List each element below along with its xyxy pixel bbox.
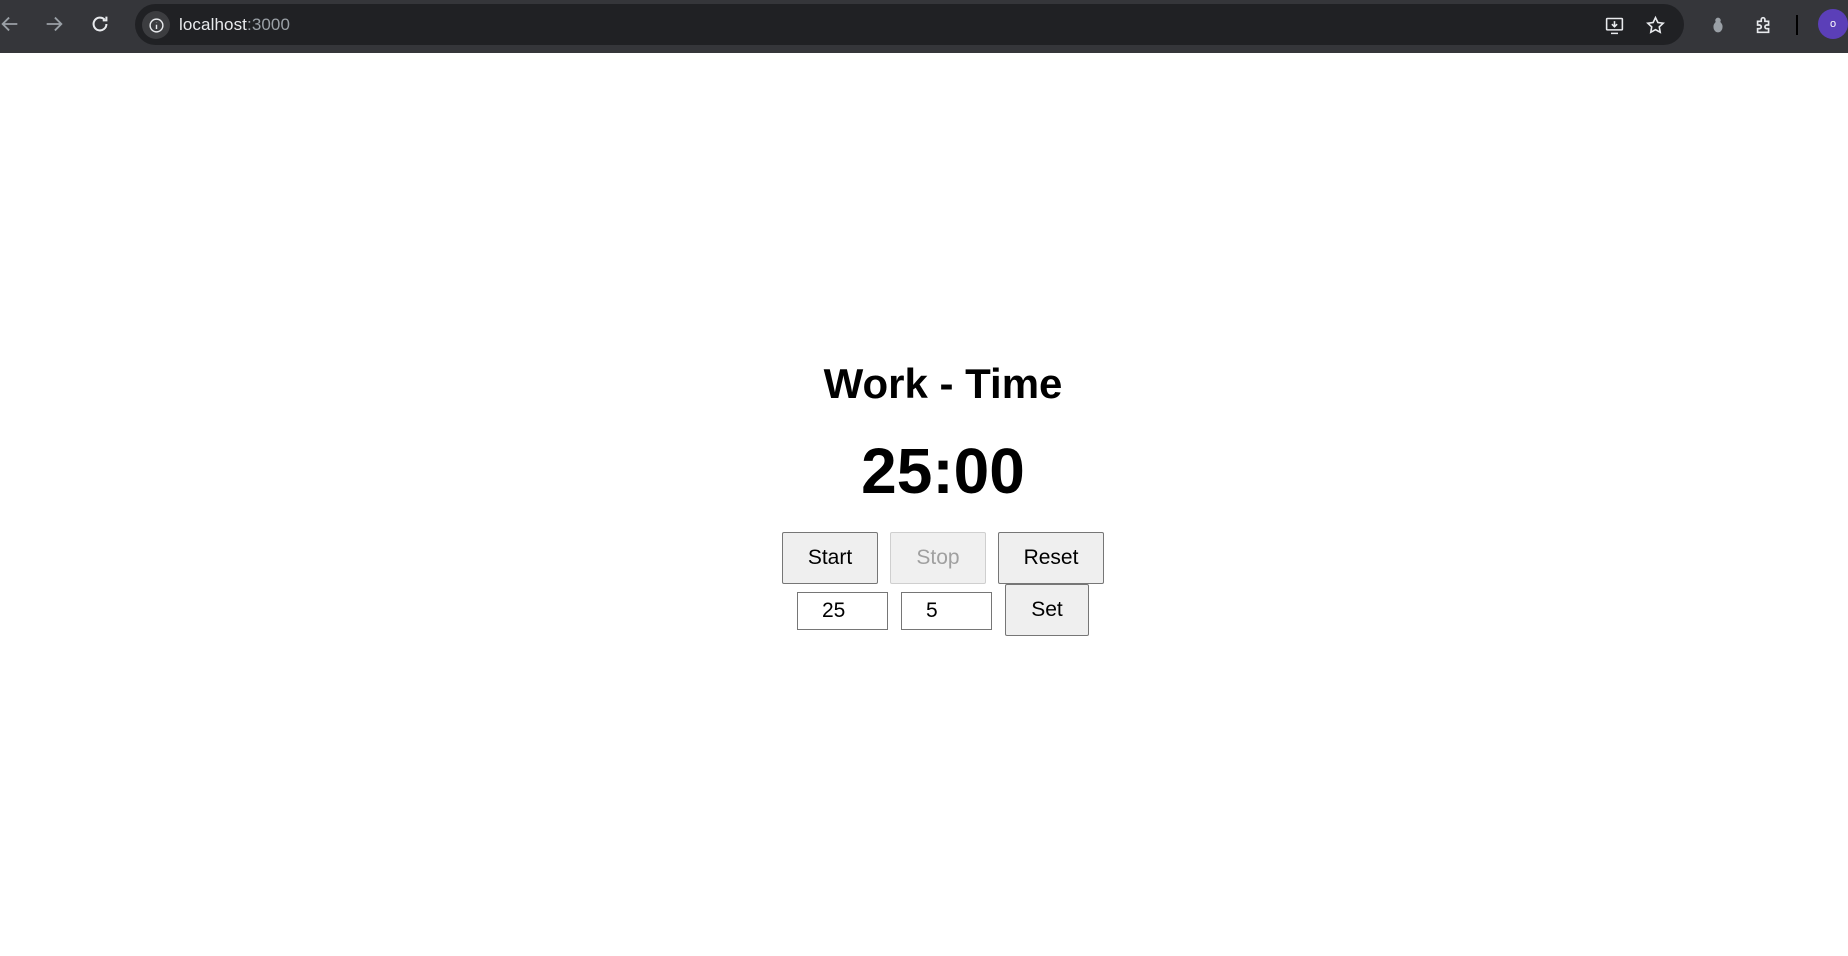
profile-avatar[interactable]: o — [1818, 9, 1848, 39]
start-button[interactable]: Start — [782, 532, 878, 584]
url-text: localhost:3000 — [179, 15, 290, 35]
reload-icon[interactable] — [82, 8, 118, 40]
extension-puzzle-icon[interactable] — [1750, 11, 1778, 39]
browser-toolbar: localhost:3000 o — [0, 0, 1848, 53]
back-icon[interactable] — [0, 8, 28, 40]
reset-button[interactable]: Reset — [998, 532, 1104, 584]
set-button[interactable]: Set — [1005, 584, 1089, 636]
timer-display: 25:00 — [861, 435, 1025, 507]
url-port: :3000 — [247, 15, 291, 34]
bookmark-star-icon[interactable] — [1643, 13, 1667, 37]
install-app-icon[interactable] — [1602, 13, 1626, 37]
extension-pin-icon[interactable] — [1704, 11, 1732, 39]
address-bar[interactable]: localhost:3000 — [135, 4, 1684, 45]
break-minutes-input[interactable] — [901, 592, 992, 630]
work-minutes-input[interactable] — [797, 592, 888, 630]
stop-button[interactable]: Stop — [890, 532, 986, 584]
site-info-icon[interactable] — [142, 11, 170, 39]
forward-icon[interactable] — [36, 8, 72, 40]
toolbar-divider — [1796, 15, 1798, 35]
mode-title: Work - Time — [823, 360, 1063, 407]
url-host: localhost — [179, 15, 247, 34]
